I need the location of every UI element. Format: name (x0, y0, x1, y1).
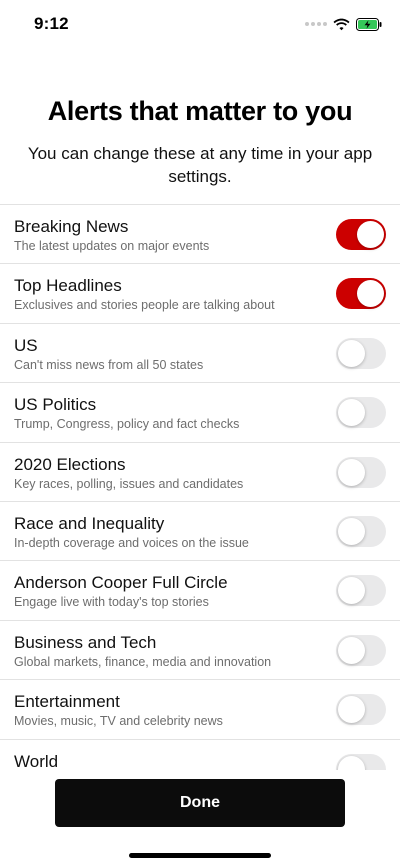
status-bar: 9:12 (0, 0, 400, 48)
toggle-world[interactable] (336, 753, 386, 770)
page-subtitle: You can change these at any time in your… (27, 144, 373, 186)
alert-description: The latest updates on major events (14, 239, 210, 253)
status-time: 9:12 (34, 14, 69, 33)
alert-description: Exclusives and stories people are talkin… (14, 298, 275, 313)
toggle-knob (338, 636, 365, 664)
alert-description: Global markets, finance, media and innov… (14, 654, 272, 669)
alert-row-world: World (0, 740, 400, 770)
alert-row-2020-elections: 2020 Elections Key races, polling, issues… (0, 443, 400, 502)
alert-row-us-politics: US Politics Trump, Congress, policy and f… (0, 383, 400, 443)
alert-description: Engage live with today's top stories (14, 595, 209, 610)
alert-row-breaking-news: Breaking News The latest updates on major… (0, 205, 400, 265)
toggle-knob (357, 280, 384, 308)
alert-title: Top Headlines (14, 276, 122, 296)
status-icons (305, 16, 382, 32)
toggle-knob (338, 399, 365, 427)
done-button[interactable]: Done (55, 779, 345, 827)
cellular-signal-icon (305, 22, 327, 26)
toggle-knob (338, 577, 365, 605)
page-title: Alerts that matter to you (47, 96, 353, 126)
alert-description: In-depth coverage and voices on the issu… (14, 535, 249, 550)
alert-title: Anderson Cooper Full Circle (14, 573, 228, 593)
toggle-knob (338, 458, 365, 486)
wifi-icon (333, 18, 350, 30)
toggle-knob (357, 221, 384, 248)
alert-row-business-and-tech: Business and Tech Global markets, finance… (0, 621, 400, 681)
toggle-knob (338, 755, 365, 770)
toggle-business-and-tech[interactable] (336, 634, 386, 666)
alert-description: Trump, Congress, policy and fact checks (14, 417, 240, 432)
toggle-knob (338, 517, 365, 545)
toggle-knob (338, 696, 365, 724)
toggle-breaking-news[interactable] (336, 219, 386, 250)
toggle-knob (338, 339, 365, 367)
battery-charging-icon (356, 17, 382, 31)
alert-description: Movies, music, TV and celebrity news (14, 714, 223, 729)
alert-list[interactable]: Breaking News The latest updates on major… (0, 204, 400, 770)
alert-row-entertainment: Entertainment Movies, music, TV and celeb… (0, 680, 400, 740)
alert-title: US Politics (14, 395, 97, 415)
toggle-top-headlines[interactable] (336, 278, 386, 310)
toggle-us-politics[interactable] (336, 397, 386, 429)
alert-title: Entertainment (14, 692, 120, 712)
toggle-us[interactable] (336, 337, 386, 369)
alert-row-race-and-inequality: Race and Inequality In-depth coverage and… (0, 502, 400, 562)
alert-title: Business and Tech (14, 632, 157, 652)
alert-description: Can't miss news from all 50 states (14, 357, 204, 372)
toggle-2020-elections[interactable] (336, 456, 386, 488)
alert-title: Race and Inequality (14, 513, 165, 533)
toggle-entertainment[interactable] (336, 694, 386, 726)
toggle-race-and-inequality[interactable] (336, 515, 386, 547)
alert-title: US (14, 335, 38, 355)
alert-row-top-headlines: Top Headlines Exclusives and stories peop… (0, 264, 400, 324)
home-indicator (129, 853, 271, 858)
alert-row-us: US Can't miss news from all 50 states (0, 324, 400, 384)
alert-row-anderson-cooper-full-circle: Anderson Cooper Full Circle Engage live w… (0, 561, 400, 621)
alert-title: 2020 Elections (14, 454, 126, 474)
alert-title: Breaking News (14, 217, 129, 236)
toggle-anderson-cooper-full-circle[interactable] (336, 575, 386, 607)
alert-title: World (14, 751, 59, 770)
alert-description: Key races, polling, issues and candidate… (14, 476, 244, 491)
